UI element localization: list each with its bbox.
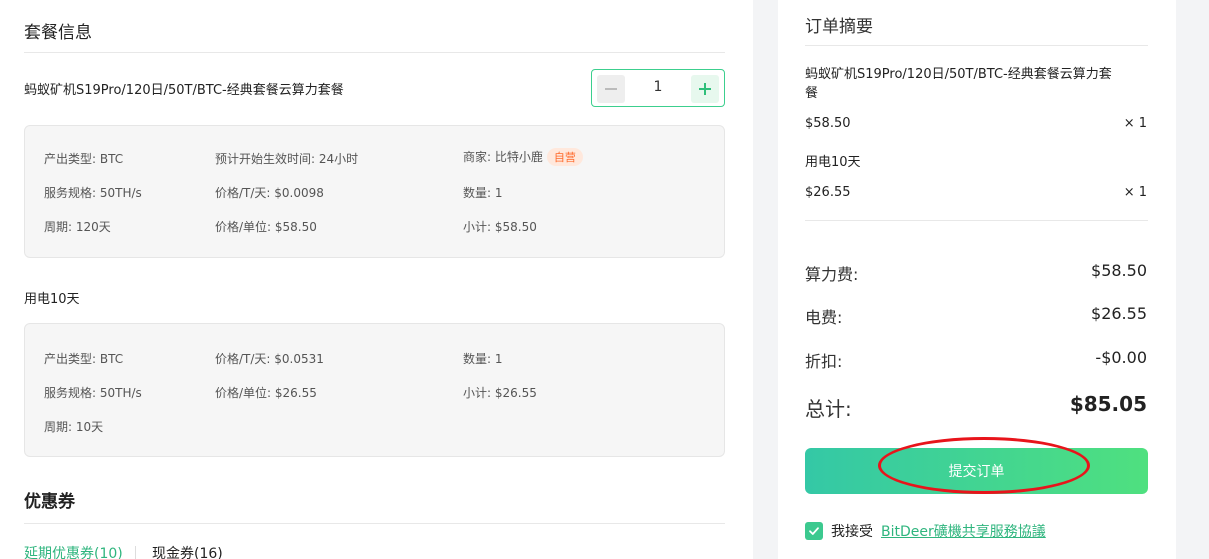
plus-icon [699, 83, 711, 95]
subtotal: 小计: $26.55 [463, 386, 537, 400]
electricity-title: 用电10天 [24, 292, 80, 307]
tab-delay-coupons[interactable]: 延期优惠券(10) [24, 543, 123, 559]
minus-icon [605, 88, 617, 90]
total-value: $85.05 [1069, 392, 1147, 416]
power-fee-label: 电费: [805, 308, 843, 327]
decrement-button[interactable] [597, 75, 625, 103]
package-info-title: 套餐信息 [24, 23, 92, 43]
merchant-label: 商家: 比特小鹿 [463, 150, 543, 164]
power-fee-value: $26.55 [1091, 304, 1147, 323]
tab-cash-coupons[interactable]: 现金券(16) [152, 543, 223, 559]
hash-fee-value: $58.50 [1091, 261, 1147, 280]
price-per-t: 价格/T/天: $0.0531 [215, 352, 324, 366]
service-spec: 服务规格: 50TH/s [44, 386, 142, 400]
electricity-details-box: 产出类型: BTC 服务规格: 50TH/s 周期: 10天 价格/T/天: $… [24, 323, 725, 457]
divider [805, 220, 1148, 221]
divider [24, 523, 725, 524]
submit-order-label: 提交订单 [948, 464, 1005, 480]
agreement-checkbox[interactable] [805, 522, 823, 540]
tab-separator [135, 546, 136, 559]
submit-order-button[interactable]: 提交订单 [805, 448, 1148, 494]
hash-fee-label: 算力费: [805, 265, 859, 284]
agreement-text: 我接受 [831, 524, 873, 540]
summary-item-multiplier: × 1 [1123, 185, 1147, 200]
subtotal: 小计: $58.50 [463, 220, 537, 234]
product-name: 蚂蚁矿机S19Pro/120日/50T/BTC-经典套餐云算力套餐 [24, 83, 344, 98]
quantity-stepper[interactable]: 1 [591, 69, 725, 107]
summary-item-multiplier: × 1 [1123, 116, 1147, 131]
divider [24, 52, 725, 53]
package-details-box: 产出类型: BTC 服务规格: 50TH/s 周期: 120天 预计开始生效时间… [24, 125, 725, 258]
quantity-value[interactable]: 1 [628, 79, 688, 95]
count: 数量: 1 [463, 352, 503, 366]
summary-item-name: 用电10天 [805, 155, 861, 170]
count: 数量: 1 [463, 186, 503, 200]
service-agreement-link[interactable]: BitDeer礦機共享服務協議 [881, 521, 1046, 541]
total-label: 总计: [805, 397, 852, 421]
order-summary-title: 订单摘要 [805, 17, 873, 37]
divider [805, 45, 1148, 46]
merchant: 商家: 比特小鹿 自营 [463, 148, 583, 166]
discount-value: -$0.00 [1095, 348, 1147, 367]
summary-item-name-wrap: 餐 [805, 86, 819, 101]
unit-price: 价格/单位: $58.50 [215, 220, 317, 234]
discount-label: 折扣: [805, 352, 843, 371]
summary-item-name: 蚂蚁矿机S19Pro/120日/50T/BTC-经典套餐云算力套 [805, 67, 1112, 82]
unit-price: 价格/单位: $26.55 [215, 386, 317, 400]
price-per-t: 价格/T/天: $0.0098 [215, 186, 324, 200]
summary-item-price: $26.55 [805, 185, 851, 200]
period: 周期: 120天 [44, 220, 111, 234]
self-operated-badge: 自营 [546, 148, 583, 166]
service-spec: 服务规格: 50TH/s [44, 186, 142, 200]
output-type: 产出类型: BTC [44, 152, 124, 166]
check-icon [809, 527, 819, 535]
coupons-title: 优惠券 [24, 492, 75, 512]
period: 周期: 10天 [44, 420, 104, 434]
order-summary-panel: 订单摘要 蚂蚁矿机S19Pro/120日/50T/BTC-经典套餐云算力套 餐 … [778, 0, 1176, 559]
increment-button[interactable] [691, 75, 719, 103]
order-details-panel: 套餐信息 蚂蚁矿机S19Pro/120日/50T/BTC-经典套餐云算力套餐 1… [0, 0, 753, 559]
effective-time: 预计开始生效时间: 24小时 [215, 152, 359, 166]
output-type: 产出类型: BTC [44, 352, 124, 366]
summary-item-price: $58.50 [805, 116, 851, 131]
agreement-row: 我接受 BitDeer礦機共享服務協議 [805, 521, 1046, 541]
